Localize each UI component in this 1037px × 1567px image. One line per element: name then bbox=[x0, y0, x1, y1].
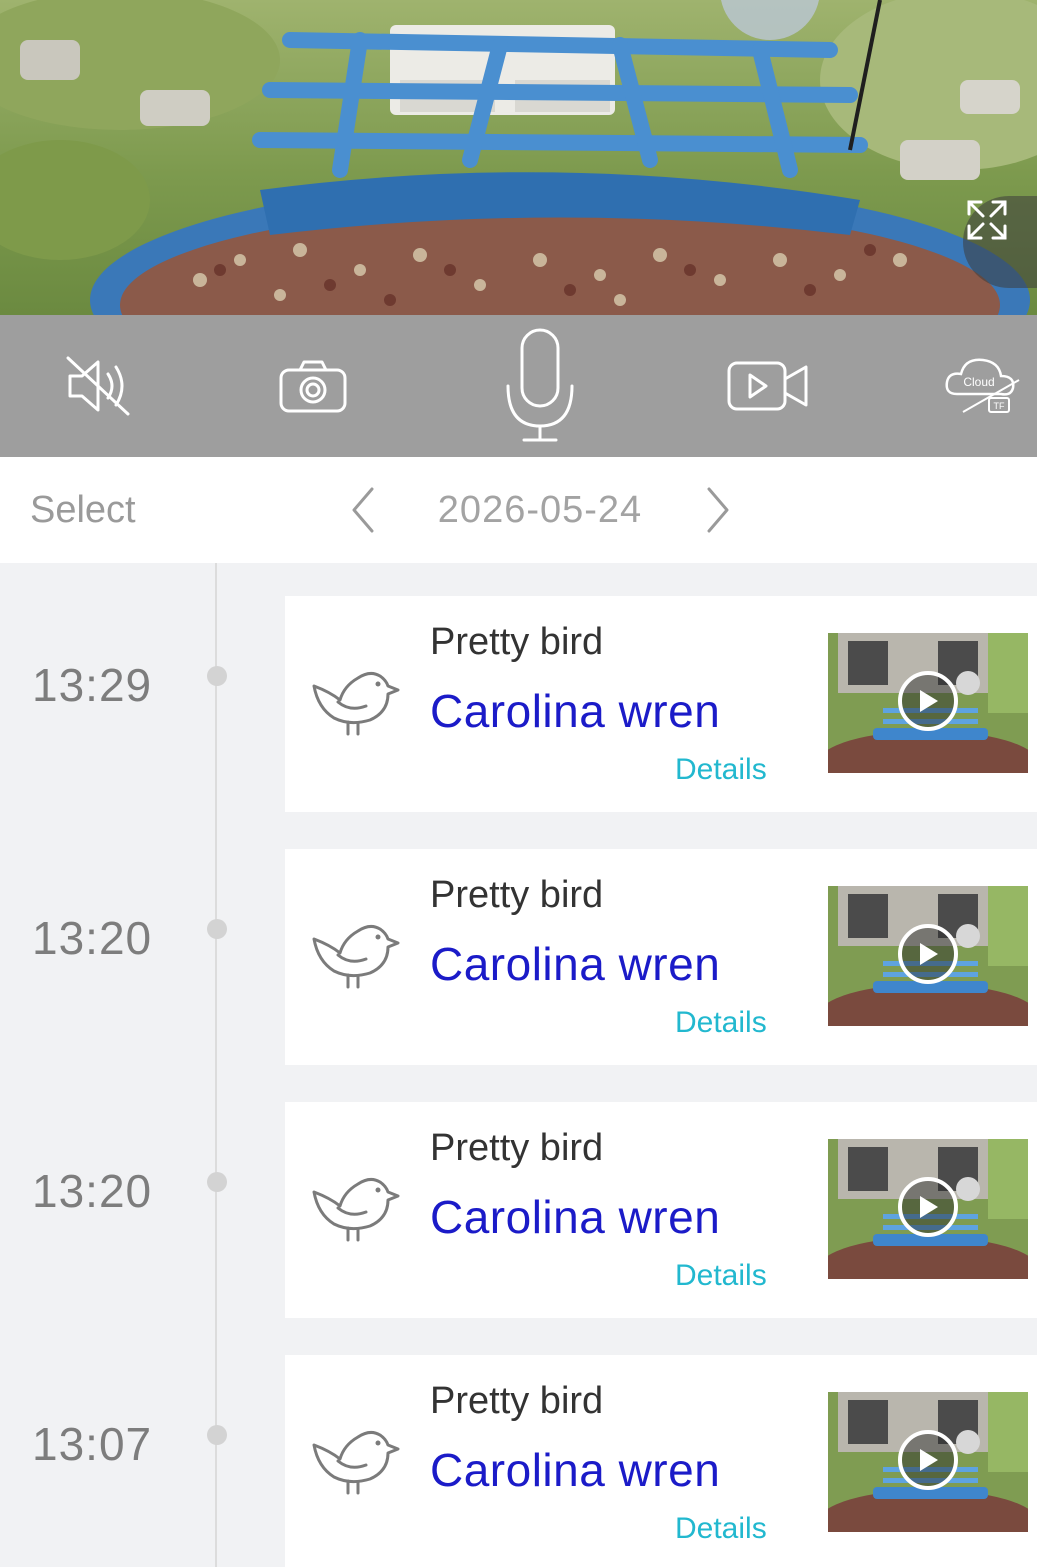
record-button[interactable] bbox=[720, 315, 815, 457]
event-timeline: 13:29 Pretty bird Carolina wren Details bbox=[0, 563, 1037, 1567]
play-button[interactable] bbox=[898, 671, 958, 731]
event-row: 13:29 Pretty bird Carolina wren Details bbox=[0, 563, 1037, 812]
feed-scene bbox=[0, 0, 1037, 315]
play-button[interactable] bbox=[898, 1430, 958, 1490]
play-button[interactable] bbox=[898, 924, 958, 984]
bird-icon bbox=[312, 924, 400, 989]
timeline-dot bbox=[207, 1172, 227, 1192]
event-time: 13:20 bbox=[32, 912, 153, 964]
snapshot-button[interactable] bbox=[265, 315, 360, 457]
event-card[interactable]: Pretty bird Carolina wren Details bbox=[285, 849, 1037, 1065]
details-link[interactable]: Details bbox=[675, 753, 767, 787]
details-link[interactable]: Details bbox=[675, 1006, 767, 1040]
event-card[interactable]: Pretty bird Carolina wren Details bbox=[285, 1102, 1037, 1318]
event-title: Pretty bird bbox=[430, 874, 604, 916]
event-card[interactable]: Pretty bird Carolina wren Details bbox=[285, 1355, 1037, 1567]
details-link[interactable]: Details bbox=[675, 1512, 767, 1546]
event-thumbnail[interactable] bbox=[828, 633, 1028, 773]
storage-toggle-button[interactable]: Cloud TF bbox=[938, 315, 1028, 457]
chevron-left-icon bbox=[352, 487, 374, 533]
bird-icon bbox=[312, 671, 400, 736]
event-thumbnail[interactable] bbox=[828, 1139, 1028, 1279]
bird-icon bbox=[312, 1430, 400, 1495]
event-row: 13:07 Pretty bird Carolina wren Details bbox=[0, 1322, 1037, 1567]
date-navigation-bar: Select 2026-05-24 bbox=[0, 457, 1037, 563]
event-card[interactable]: Pretty bird Carolina wren Details bbox=[285, 596, 1037, 812]
play-icon bbox=[920, 690, 938, 712]
cloud-label: Cloud bbox=[963, 375, 994, 389]
mute-button[interactable] bbox=[50, 315, 150, 457]
microphone-icon bbox=[506, 328, 574, 442]
species-name[interactable]: Carolina wren bbox=[430, 684, 720, 738]
event-row: 13:20 Pretty bird Carolina wren Details bbox=[0, 1069, 1037, 1318]
camera-icon bbox=[279, 360, 346, 413]
play-icon bbox=[920, 1449, 938, 1471]
species-name[interactable]: Carolina wren bbox=[430, 1190, 720, 1244]
select-button[interactable]: Select bbox=[30, 457, 136, 563]
talk-button[interactable] bbox=[490, 315, 590, 457]
event-time: 13:20 bbox=[32, 1165, 153, 1217]
event-time: 13:29 bbox=[32, 659, 153, 711]
bird-icon bbox=[312, 1177, 400, 1242]
previous-date-button[interactable] bbox=[338, 485, 388, 535]
timeline-dot bbox=[207, 919, 227, 939]
details-link[interactable]: Details bbox=[675, 1259, 767, 1293]
timeline-dot bbox=[207, 666, 227, 686]
expand-icon bbox=[967, 200, 1007, 240]
event-title: Pretty bird bbox=[430, 1380, 604, 1422]
video-camera-icon bbox=[727, 361, 807, 411]
play-icon bbox=[920, 1196, 938, 1218]
species-name[interactable]: Carolina wren bbox=[430, 937, 720, 991]
camera-live-feed[interactable] bbox=[0, 0, 1037, 315]
speaker-muted-icon bbox=[66, 356, 130, 416]
current-date[interactable]: 2026-05-24 bbox=[390, 457, 690, 563]
cloud-tf-icon: Cloud TF bbox=[945, 358, 1020, 413]
play-button[interactable] bbox=[898, 1177, 958, 1237]
event-title: Pretty bird bbox=[430, 621, 604, 663]
event-time: 13:07 bbox=[32, 1418, 153, 1470]
live-controls-bar: Cloud TF bbox=[0, 315, 1037, 457]
event-row: 13:20 Pretty bird Carolina wren Details bbox=[0, 816, 1037, 1065]
event-thumbnail[interactable] bbox=[828, 1392, 1028, 1532]
species-name[interactable]: Carolina wren bbox=[430, 1443, 720, 1497]
event-thumbnail[interactable] bbox=[828, 886, 1028, 1026]
chevron-right-icon bbox=[707, 487, 729, 533]
timeline-dot bbox=[207, 1425, 227, 1445]
play-icon bbox=[920, 943, 938, 965]
tf-label: TF bbox=[994, 401, 1005, 411]
event-title: Pretty bird bbox=[430, 1127, 604, 1169]
next-date-button[interactable] bbox=[693, 485, 743, 535]
